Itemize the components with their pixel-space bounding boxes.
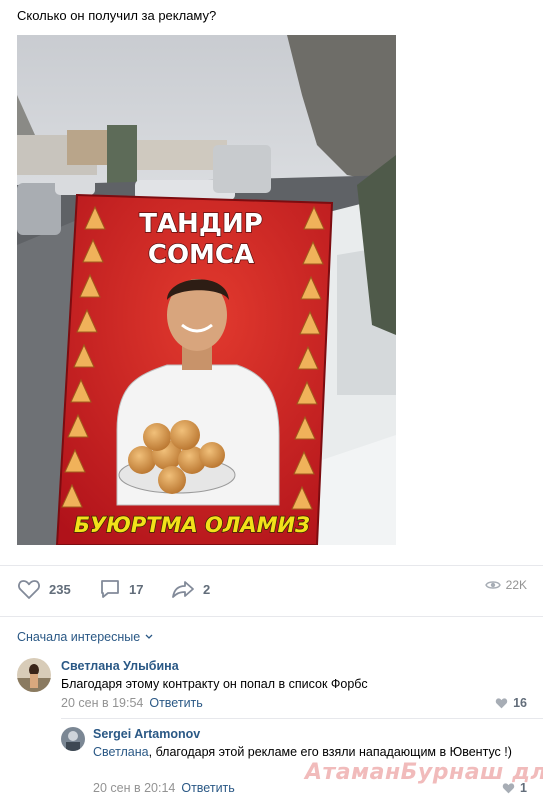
- reply-button[interactable]: Ответить: [149, 696, 202, 710]
- divider-comments: [0, 616, 543, 617]
- divider-comment: [61, 718, 543, 719]
- comments-sort-label: Сначала интересные: [17, 630, 141, 644]
- likes-count: 235: [49, 581, 71, 597]
- comment-text-body: , благодаря этой рекламе его взяли напад…: [148, 745, 512, 759]
- divider-top: [0, 565, 543, 566]
- comment-icon: [101, 580, 119, 598]
- views-counter: 22K: [484, 578, 527, 592]
- comment-meta: 20 сен в 20:14 Ответить: [93, 781, 235, 795]
- reply-button[interactable]: Ответить: [181, 781, 234, 795]
- sign-bottom-text: БУЮРТМА ОЛАМИЗ: [74, 513, 310, 537]
- heart-icon: [18, 580, 40, 599]
- views-count: 22K: [505, 578, 527, 592]
- like-button[interactable]: 235: [17, 578, 71, 600]
- comment-author[interactable]: Светлана Улыбина: [61, 659, 179, 673]
- post-actions-bar: 235 17 2 22K: [17, 578, 527, 604]
- comments-count: 17: [129, 581, 144, 597]
- avatar[interactable]: [17, 658, 51, 692]
- share-icon: [172, 581, 194, 598]
- avatar[interactable]: [61, 727, 85, 751]
- comment-mention[interactable]: Светлана: [93, 745, 149, 759]
- comment-meta: 20 сен в 19:54 Ответить: [61, 696, 203, 710]
- comment-like-button[interactable]: 16: [495, 696, 527, 710]
- comment-likes-count: 16: [513, 696, 527, 710]
- comment-text: Светлана, благодаря этой рекламе его взя…: [93, 744, 518, 761]
- chevron-down-icon: [145, 634, 153, 639]
- comment-author[interactable]: Sergei Artamonov: [93, 727, 200, 741]
- heart-icon: [495, 698, 508, 709]
- watermark: АтаманБурнаш для ЯП: [305, 760, 543, 785]
- comment-date[interactable]: 20 сен в 20:14: [93, 781, 175, 795]
- share-button[interactable]: 2: [171, 578, 210, 600]
- comments-sort-dropdown[interactable]: Сначала интересные: [17, 630, 154, 644]
- comment-button[interactable]: 17: [99, 578, 143, 600]
- comment-date[interactable]: 20 сен в 19:54: [61, 696, 143, 710]
- shares-count: 2: [203, 581, 211, 597]
- sign-title-line2: СОМСА: [148, 240, 254, 270]
- sign-title-line1: ТАНДИР: [139, 209, 263, 239]
- post-text: Сколько он получил за рекламу?: [17, 8, 217, 23]
- eye-icon: [484, 581, 501, 589]
- comment-text: Благодаря этому контракту он попал в спи…: [61, 677, 368, 691]
- post-photo[interactable]: ТАНДИР СОМСА БУЮРТМА ОЛАМИЗ: [17, 35, 396, 545]
